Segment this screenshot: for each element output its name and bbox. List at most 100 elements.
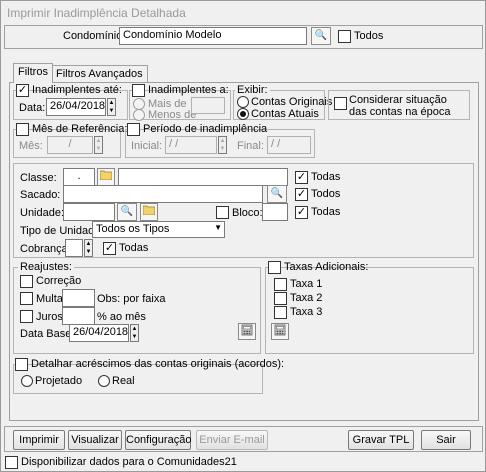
- bloco-checkbox[interactable]: [216, 206, 229, 219]
- periodo-checkbox[interactable]: [127, 123, 140, 136]
- contas-atuais-radio[interactable]: [237, 108, 249, 120]
- cobranca-field[interactable]: [65, 239, 83, 257]
- data-spinner[interactable]: ▲ ▼: [107, 98, 116, 116]
- tipo-unidade-select[interactable]: Todos os Tipos ▼: [92, 221, 225, 238]
- classe-label: Classe:: [20, 172, 57, 184]
- inadimplentes-ate-checkbox[interactable]: ✓: [16, 84, 29, 97]
- inadimplentes-a-checkbox[interactable]: [132, 84, 145, 97]
- imprimir-button[interactable]: Imprimir: [13, 430, 65, 450]
- binoculars-icon[interactable]: 🔍: [311, 27, 331, 45]
- condominio-todos-label: Todos: [354, 30, 384, 42]
- multa-field[interactable]: [62, 289, 95, 307]
- contas-originais-label: Contas Originais: [251, 96, 333, 108]
- comunidades-label: Disponibilizar dados para o Comunidades2…: [21, 456, 237, 468]
- multa-checkbox[interactable]: [20, 292, 33, 305]
- considerar-checkbox[interactable]: [334, 97, 347, 110]
- chevron-down-icon[interactable]: ▼: [214, 223, 222, 232]
- exibir-legend: Exibir:: [235, 84, 270, 96]
- configuracao-button[interactable]: Configuração: [125, 430, 191, 450]
- acordos-checkbox[interactable]: [15, 358, 28, 371]
- taxa-2-label: Taxa 2: [290, 292, 323, 304]
- taxa-2-checkbox[interactable]: [274, 292, 287, 305]
- binoculars-icon[interactable]: 🔍: [267, 185, 287, 203]
- projetado-radio[interactable]: [21, 375, 33, 387]
- unidade-field[interactable]: [63, 203, 115, 221]
- periodo-label: Período de inadimplência: [143, 123, 268, 135]
- multa-label: Multa: [36, 293, 63, 305]
- window-title: Imprimir Inadimplência Detalhada: [1, 1, 485, 23]
- inicial-spinner[interactable]: ▲ ▼: [218, 136, 227, 154]
- tipo-unidade-label: Tipo de Unidade:: [20, 225, 104, 237]
- final-field[interactable]: / /: [267, 136, 311, 154]
- gravar-tpl-button[interactable]: Gravar TPL: [348, 430, 414, 450]
- inadimplentes-a-label: Inadimplentes a:: [148, 84, 229, 96]
- cobranca-label: Cobrança:: [20, 243, 71, 255]
- unidade-todas-checkbox[interactable]: ✓: [295, 206, 308, 219]
- data-field[interactable]: 26/04/2018: [46, 98, 106, 116]
- taxa-1-label: Taxa 1: [290, 278, 323, 290]
- acordos-label: Detalhar acréscimos das contas originais…: [31, 358, 285, 370]
- condominio-field[interactable]: Condomínio Modelo: [119, 27, 307, 45]
- taxas-label: Taxas Adicionais:: [284, 261, 369, 273]
- taxa-3-checkbox[interactable]: [274, 306, 287, 319]
- tab-filtros[interactable]: Filtros: [13, 63, 53, 83]
- folder-icon[interactable]: [140, 203, 158, 221]
- condominio-label: Condomínio:: [63, 30, 126, 42]
- cobranca-todas-label: Todas: [119, 242, 149, 254]
- folder-icon[interactable]: [97, 168, 115, 186]
- cobranca-spinner[interactable]: ▲ ▼: [84, 239, 93, 257]
- binoculars-icon[interactable]: 🔍: [117, 203, 137, 221]
- classe-todas-label: Todas: [311, 171, 341, 183]
- print-dialog-window: Imprimir Inadimplência Detalhada Condomí…: [0, 0, 486, 472]
- mes-field[interactable]: /: [47, 136, 93, 154]
- mes-referencia-label: Mês de Referência:: [32, 123, 128, 135]
- calculator-icon[interactable]: [271, 323, 289, 340]
- taxa-3-label: Taxa 3: [290, 306, 323, 318]
- juros-suffix: % ao mês: [97, 311, 146, 323]
- bloco-label: Bloco:: [232, 207, 263, 219]
- sacado-todos-checkbox[interactable]: ✓: [295, 188, 308, 201]
- cobranca-todas-checkbox[interactable]: ✓: [103, 242, 116, 255]
- data-label: Data:: [19, 102, 46, 114]
- data-base-spinner[interactable]: ▲ ▼: [130, 324, 139, 342]
- taxa-1-checkbox[interactable]: [274, 278, 287, 291]
- data-base-label: Data Base:: [20, 328, 75, 340]
- reajustes-legend: Reajustes:: [18, 261, 74, 273]
- inicial-field[interactable]: / /: [165, 136, 217, 154]
- considerar-label-line1: Considerar situação: [349, 94, 447, 106]
- enviar-email-button[interactable]: Enviar E-mail: [196, 430, 268, 450]
- menos-de-radio[interactable]: [133, 109, 145, 121]
- mes-referencia-checkbox[interactable]: [16, 123, 29, 136]
- classe-description-field[interactable]: [118, 168, 288, 186]
- real-label: Real: [112, 375, 135, 387]
- inadimplentes-a-days-field[interactable]: [191, 97, 225, 114]
- juros-field[interactable]: [62, 307, 95, 325]
- correcao-checkbox[interactable]: [20, 275, 33, 288]
- classe-todas-checkbox[interactable]: ✓: [295, 171, 308, 184]
- data-base-field[interactable]: 26/04/2018: [69, 324, 129, 342]
- taxas-checkbox[interactable]: [268, 261, 281, 274]
- condominio-todos-checkbox[interactable]: [338, 30, 351, 43]
- real-radio[interactable]: [98, 375, 110, 387]
- sacado-label: Sacado:: [20, 189, 61, 201]
- mes-label: Mês:: [19, 140, 43, 152]
- juros-checkbox[interactable]: [20, 310, 33, 323]
- bloco-field[interactable]: [262, 203, 288, 221]
- tipo-unidade-value: Todos os Tipos: [96, 223, 170, 235]
- multa-suffix: Obs: por faixa: [97, 293, 166, 305]
- comunidades-checkbox[interactable]: [5, 456, 18, 469]
- inicial-label: Inicial:: [131, 140, 163, 152]
- considerar-label-line2: das contas na época: [349, 106, 451, 118]
- contas-atuais-label: Contas Atuais: [251, 108, 319, 120]
- tab-filtros-avancados[interactable]: Filtros Avançados: [51, 65, 148, 83]
- classe-code-field[interactable]: .: [63, 168, 95, 186]
- sacado-field[interactable]: [63, 185, 263, 203]
- mes-spinner[interactable]: ▲ ▼: [94, 136, 103, 154]
- sair-button[interactable]: Sair: [421, 430, 471, 450]
- inadimplentes-ate-label: Inadimplentes até:: [32, 84, 122, 96]
- visualizar-button[interactable]: Visualizar: [68, 430, 122, 450]
- contas-originais-radio[interactable]: [237, 96, 249, 108]
- calculator-icon[interactable]: [238, 323, 256, 340]
- sacado-todos-label: Todos: [311, 188, 341, 200]
- menos-de-label: Menos de: [148, 109, 197, 121]
